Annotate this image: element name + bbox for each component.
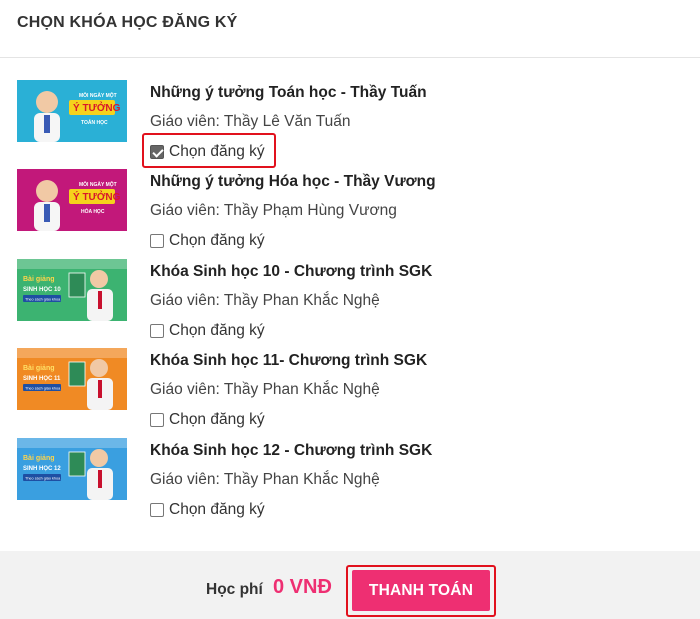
thumb-caption-sub: TOÁN HỌC bbox=[81, 119, 108, 126]
course-title: Những ý tưởng Toán học - Thầy Tuấn bbox=[150, 84, 427, 101]
course-item: MỖI NGÀY MỘT Ý TƯỞNG HÓA HỌC Những ý tưở… bbox=[0, 169, 700, 259]
register-checkbox[interactable] bbox=[150, 324, 164, 338]
thumb-caption-top: Bài giảng bbox=[23, 455, 55, 462]
fee-value: 0 VNĐ bbox=[273, 576, 332, 598]
register-checkbox-label: Chọn đăng ký bbox=[169, 411, 265, 428]
course-item: Bài giảng SINH HỌC 11 Theo sách giáo kho… bbox=[0, 348, 700, 438]
course-title: Khóa Sinh học 10 - Chương trình SGK bbox=[150, 263, 433, 280]
course-teacher: Giáo viên: Thầy Phan Khắc Nghệ bbox=[150, 381, 380, 398]
register-checkbox-label: Chọn đăng ký bbox=[169, 232, 265, 249]
selected-checkbox-highlight bbox=[142, 133, 276, 168]
thumb-caption-main: Ý TƯỞNG bbox=[73, 190, 121, 203]
course-title: Những ý tưởng Hóa học - Thầy Vương bbox=[150, 173, 436, 190]
course-item: Bài giảng SINH HỌC 10 Theo sách giáo kho… bbox=[0, 259, 700, 349]
course-item: MỖI NGÀY MỘT Ý TƯỞNG TOÁN HỌC Những ý tư… bbox=[0, 80, 700, 170]
course-item: Bài giảng SINH HỌC 12 Theo sách giáo kho… bbox=[0, 438, 700, 528]
thumb-caption-main: SINH HỌC 11 bbox=[23, 376, 61, 382]
thumb-caption-top: Bài giảng bbox=[23, 365, 55, 372]
course-thumbnail: MỖI NGÀY MỘT Ý TƯỞNG HÓA HỌC bbox=[17, 169, 127, 231]
thumb-caption-sub: HÓA HỌC bbox=[81, 207, 105, 215]
thumb-caption-main: SINH HỌC 12 bbox=[23, 466, 61, 472]
course-thumbnail: Bài giảng SINH HỌC 10 Theo sách giáo kho… bbox=[17, 259, 127, 321]
register-checkbox[interactable] bbox=[150, 413, 164, 427]
register-checkbox-label: Chọn đăng ký bbox=[169, 501, 265, 518]
checkout-footer: Học phí 0 VNĐ THANH TOÁN bbox=[0, 551, 700, 619]
course-teacher: Giáo viên: Thầy Phan Khắc Nghệ bbox=[150, 471, 380, 488]
course-teacher: Giáo viên: Thầy Phạm Hùng Vương bbox=[150, 202, 397, 219]
register-checkbox-row[interactable]: Chọn đăng ký bbox=[150, 410, 265, 430]
register-checkbox[interactable] bbox=[150, 234, 164, 248]
thumb-caption-sub: Theo sách giáo khoa bbox=[25, 477, 61, 481]
fee-label: Học phí bbox=[206, 581, 263, 598]
course-teacher: Giáo viên: Thầy Lê Văn Tuấn bbox=[150, 113, 351, 130]
course-thumbnail: MỖI NGÀY MỘT Ý TƯỞNG TOÁN HỌC bbox=[17, 80, 127, 142]
register-checkbox[interactable] bbox=[150, 503, 164, 517]
thumb-caption-top: MỖI NGÀY MỘT bbox=[79, 180, 117, 188]
register-checkbox-row[interactable]: Chọn đăng ký bbox=[150, 231, 265, 251]
modal-title: CHỌN KHÓA HỌC ĐĂNG KÝ bbox=[17, 14, 238, 31]
thumb-caption-top: Bài giảng bbox=[23, 276, 55, 283]
register-checkbox-row[interactable]: Chọn đăng ký bbox=[150, 321, 265, 341]
register-checkbox-label: Chọn đăng ký bbox=[169, 322, 265, 339]
thumb-caption-main: SINH HỌC 10 bbox=[23, 287, 61, 293]
course-title: Khóa Sinh học 11- Chương trình SGK bbox=[150, 352, 428, 369]
course-title: Khóa Sinh học 12 - Chương trình SGK bbox=[150, 442, 433, 459]
pay-button-highlight bbox=[346, 565, 496, 617]
modal-header: CHỌN KHÓA HỌC ĐĂNG KÝ bbox=[0, 0, 700, 58]
course-thumbnail: Bài giảng SINH HỌC 12 Theo sách giáo kho… bbox=[17, 438, 127, 500]
thumb-caption-sub: Theo sách giáo khoa bbox=[25, 387, 61, 391]
register-checkbox-row[interactable]: Chọn đăng ký bbox=[150, 500, 265, 520]
thumb-caption-main: Ý TƯỞNG bbox=[73, 101, 121, 114]
course-teacher: Giáo viên: Thầy Phan Khắc Nghệ bbox=[150, 292, 380, 309]
course-thumbnail: Bài giảng SINH HỌC 11 Theo sách giáo kho… bbox=[17, 348, 127, 410]
thumb-caption-sub: Theo sách giáo khoa bbox=[25, 298, 61, 302]
thumb-caption-top: MỖI NGÀY MỘT bbox=[79, 91, 117, 99]
